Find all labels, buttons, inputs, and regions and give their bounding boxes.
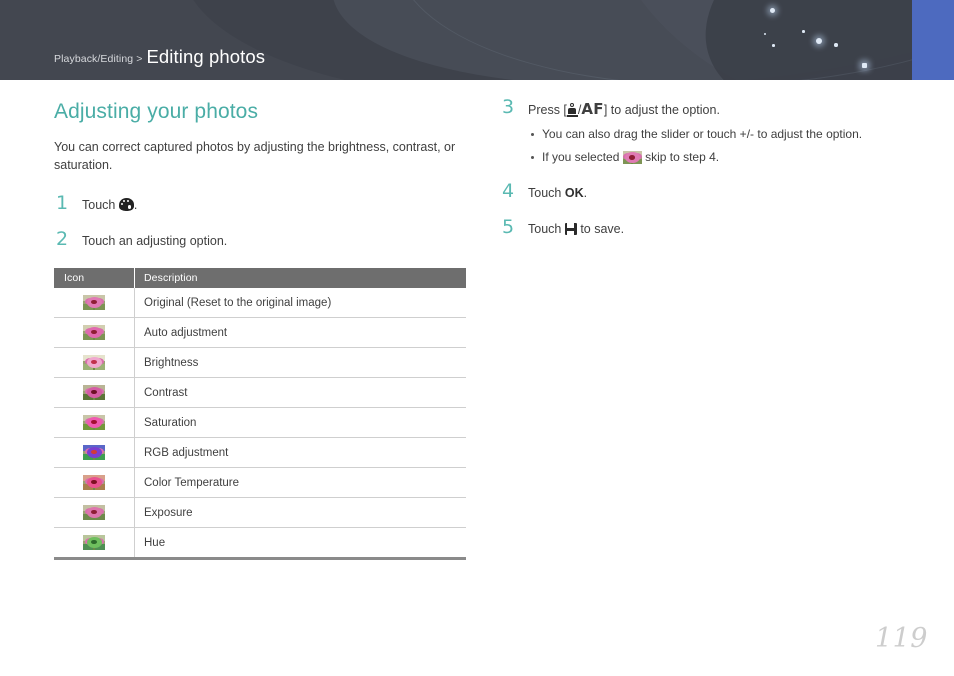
flower-thumbnail-icon [83, 325, 105, 340]
table-row: Original (Reset to the original image) [54, 288, 466, 318]
step-1-text-after: . [133, 198, 138, 212]
header-sparkle-dot [772, 44, 775, 47]
table-row: Hue [54, 527, 466, 560]
option-icon-cell [54, 288, 135, 318]
option-icon-cell [54, 377, 135, 408]
adjusting-options-table: Icon Description Original (Reset to the … [54, 268, 466, 560]
flower-thumbnail-icon [83, 355, 105, 370]
intro-paragraph: You can correct captured photos by adjus… [54, 140, 456, 172]
step-4-number: 4 [502, 180, 515, 202]
af-label: AF [581, 100, 604, 118]
step-3-bullet-list: You can also drag the slider or touch +/… [528, 126, 920, 166]
step-1-number: 1 [56, 192, 69, 214]
flower-thumbnail-icon [83, 385, 105, 400]
option-icon-cell [54, 347, 135, 378]
option-icon-cell [54, 437, 135, 468]
page-header-banner: Playback/Editing > Editing photos [0, 0, 954, 80]
table-row: Auto adjustment [54, 317, 466, 348]
breadcrumb-parent: Playback/Editing [54, 53, 134, 65]
flower-thumbnail-icon [83, 295, 105, 310]
breadcrumb-separator: > [136, 53, 143, 65]
step-3-text: Press [/AF] to adjust the option. [528, 100, 720, 118]
header-sparkle-dot [862, 63, 867, 68]
header-sparkle-dot [764, 33, 766, 35]
list-item: If you selected skip to step 4. [528, 149, 920, 166]
left-column: Adjusting your photos You can correct ca… [54, 100, 474, 560]
option-icon-cell [54, 527, 135, 560]
bullet-2-text-before: If you selected [542, 150, 620, 164]
table-row: RGB adjustment [54, 437, 466, 468]
step-1: 1 Touch . [54, 192, 474, 214]
step-3-text-before: Press [ [528, 103, 567, 117]
step-5-number: 5 [502, 216, 515, 238]
table-row: Exposure [54, 497, 466, 528]
option-icon-cell [54, 317, 135, 348]
option-description: Exposure [134, 497, 466, 528]
header-sparkle-dot [816, 38, 822, 44]
option-icon-cell [54, 467, 135, 498]
table-header-row: Icon Description [54, 268, 466, 288]
ok-label: OK [564, 186, 584, 200]
step-5-text-before: Touch [528, 222, 562, 236]
option-description: Hue [134, 527, 466, 560]
bullet-1-text: You can also drag the slider or touch +/… [542, 127, 863, 141]
option-icon-cell [54, 497, 135, 528]
step-3: 3 Press [/AF] to adjust the option. You … [500, 96, 920, 166]
page-number: 119 [874, 623, 928, 654]
step-4: 4 Touch OK. [500, 180, 920, 202]
flower-thumbnail-icon [83, 445, 105, 460]
flower-thumbnail-icon [622, 151, 642, 164]
step-5: 5 Touch to save. [500, 216, 920, 238]
bullet-2-text-after: skip to step 4. [645, 150, 720, 164]
right-column: 3 Press [/AF] to adjust the option. You … [500, 96, 920, 256]
step-2-text: Touch an adjusting option. [82, 234, 228, 248]
option-description: Color Temperature [134, 467, 466, 498]
flower-thumbnail-icon [83, 475, 105, 490]
table-header-icon: Icon [54, 268, 135, 288]
af-button-icon [566, 103, 578, 117]
table-row: Brightness [54, 347, 466, 378]
option-description: Contrast [134, 377, 466, 408]
step-5-text: Touch to save. [528, 222, 624, 236]
step-3-number: 3 [502, 96, 515, 118]
option-description: RGB adjustment [134, 437, 466, 468]
step-3-text-after: ] to adjust the option. [603, 103, 720, 117]
save-icon [564, 223, 577, 235]
step-5-text-after: to save. [580, 222, 625, 236]
table-row: Color Temperature [54, 467, 466, 498]
breadcrumb-current-page: Editing photos [146, 46, 266, 67]
breadcrumb: Playback/Editing > Editing photos [54, 46, 265, 68]
header-sparkle-dot [770, 8, 775, 13]
step-4-text-before: Touch [528, 186, 562, 200]
flower-thumbnail-icon [83, 505, 105, 520]
step-2: 2 Touch an adjusting option. [54, 228, 474, 250]
palette-icon [118, 198, 134, 211]
step-2-number: 2 [56, 228, 69, 250]
option-description: Brightness [134, 347, 466, 378]
header-sparkle-dot [834, 43, 838, 47]
page-title: Adjusting your photos [54, 100, 259, 123]
step-4-text-after: . [583, 186, 588, 200]
option-description: Saturation [134, 407, 466, 438]
option-icon-cell [54, 407, 135, 438]
step-4-text: Touch OK. [528, 186, 587, 200]
flower-thumbnail-icon [83, 535, 105, 550]
option-description: Auto adjustment [134, 317, 466, 348]
list-item: You can also drag the slider or touch +/… [528, 126, 920, 143]
header-accent-block [912, 0, 954, 80]
table-row: Saturation [54, 407, 466, 438]
header-sparkle-dot [802, 30, 805, 33]
flower-thumbnail-icon [83, 415, 105, 430]
table-row: Contrast [54, 377, 466, 408]
step-1-text: Touch . [82, 198, 137, 212]
step-1-text-before: Touch [82, 198, 116, 212]
table-header-description: Description [134, 268, 466, 288]
option-description: Original (Reset to the original image) [134, 288, 466, 318]
